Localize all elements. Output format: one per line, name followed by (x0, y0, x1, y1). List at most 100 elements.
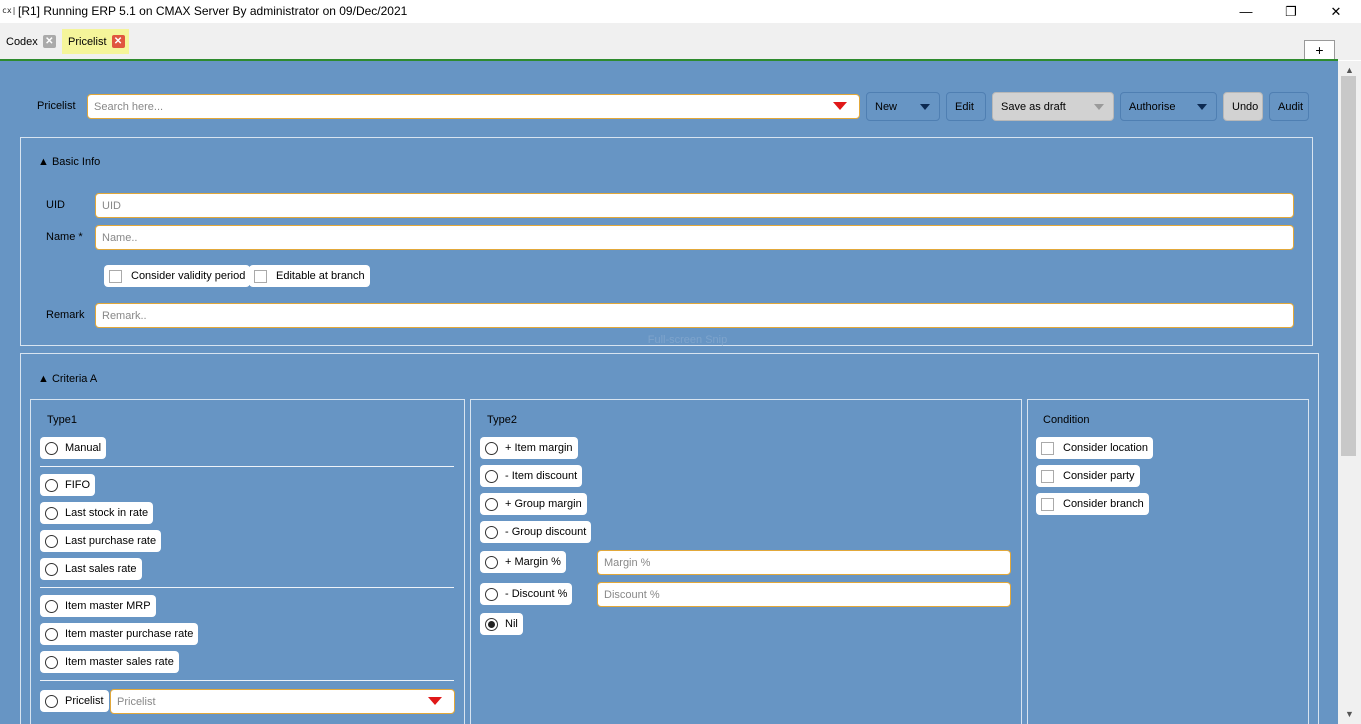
radio-icon[interactable] (45, 478, 58, 492)
save-draft-button[interactable]: Save as draft (992, 92, 1114, 121)
checkbox-icon[interactable] (254, 269, 267, 283)
type2-title: Type2 (487, 414, 517, 426)
radio-margin-pct[interactable]: + Margin % (480, 551, 566, 573)
radio-item-discount[interactable]: - Item discount (480, 465, 583, 487)
dropdown-arrow-icon[interactable] (428, 697, 442, 705)
item-discount-label: - Item discount (505, 470, 578, 482)
consider-branch-label: Consider branch (1063, 498, 1144, 510)
discount-pct-input[interactable] (597, 582, 1011, 607)
remark-label: Remark (46, 309, 85, 321)
item-mrp-label: Item master MRP (65, 600, 151, 612)
last-stock-label: Last stock in rate (65, 507, 149, 519)
chevron-down-icon[interactable] (1094, 104, 1104, 110)
editable-branch-label: Editable at branch (276, 270, 365, 282)
checkbox-icon[interactable] (1041, 441, 1054, 455)
radio-group-discount[interactable]: - Group discount (480, 521, 592, 543)
radio-discount-pct[interactable]: - Discount % (480, 583, 573, 605)
authorise-button[interactable]: Authorise (1120, 92, 1217, 121)
type1-column: Type1 Manual FIFO Last stock in rate Las… (30, 399, 465, 724)
minimize-button[interactable]: — (1223, 0, 1269, 23)
pricelist-select[interactable] (110, 689, 455, 714)
radio-group-margin[interactable]: + Group margin (480, 493, 587, 515)
radio-icon[interactable] (45, 655, 58, 669)
type2-column: Type2 + Item margin - Item discount + Gr… (470, 399, 1022, 724)
radio-item-master-purchase[interactable]: Item master purchase rate (40, 623, 199, 645)
radio-icon[interactable] (45, 694, 58, 708)
maximize-button[interactable]: ❐ (1268, 0, 1314, 23)
tab-codex[interactable]: Codex ✕ (0, 29, 60, 54)
radio-icon[interactable] (45, 562, 58, 576)
radio-fifo[interactable]: FIFO (40, 474, 96, 496)
radio-icon[interactable] (485, 525, 498, 539)
scroll-down-icon[interactable]: ▼ (1338, 707, 1361, 722)
close-icon[interactable]: ✕ (111, 35, 125, 48)
editable-branch-checkbox[interactable]: Editable at branch (249, 265, 370, 287)
tab-pricelist-label: Pricelist (68, 35, 107, 48)
pricelist-label: Pricelist (37, 100, 76, 112)
radio-pricelist[interactable]: Pricelist (40, 690, 109, 712)
criteria-toggle[interactable]: ▲ Criteria A (38, 373, 97, 385)
uid-label: UID (46, 199, 65, 211)
new-button[interactable]: New (866, 92, 940, 121)
undo-button[interactable]: Undo (1223, 92, 1263, 121)
radio-icon[interactable] (45, 506, 58, 520)
consider-party-label: Consider party (1063, 470, 1135, 482)
item-margin-label: + Item margin (505, 442, 573, 454)
chevron-down-icon[interactable] (1197, 104, 1207, 110)
fifo-label: FIFO (65, 479, 91, 491)
radio-nil[interactable]: Nil (480, 613, 523, 635)
consider-validity-checkbox[interactable]: Consider validity period (104, 265, 251, 287)
close-icon[interactable]: ✕ (42, 35, 56, 48)
consider-location-checkbox[interactable]: Consider location (1036, 437, 1153, 459)
type1-title: Type1 (47, 414, 77, 426)
radio-icon[interactable] (485, 555, 498, 569)
radio-last-stock-rate[interactable]: Last stock in rate (40, 502, 154, 524)
vertical-scrollbar[interactable]: ▲ ▼ (1338, 61, 1361, 724)
checkbox-icon[interactable] (1041, 497, 1054, 511)
checkbox-icon[interactable] (109, 269, 122, 283)
close-window-button[interactable]: ✕ (1313, 0, 1359, 23)
radio-last-sales-rate[interactable]: Last sales rate (40, 558, 142, 580)
consider-validity-label: Consider validity period (131, 270, 246, 282)
radio-icon[interactable] (485, 497, 498, 511)
chevron-down-icon[interactable] (920, 104, 930, 110)
condition-column: Condition Consider location Consider par… (1027, 399, 1309, 724)
audit-button[interactable]: Audit (1269, 92, 1309, 121)
checkbox-icon[interactable] (1041, 469, 1054, 483)
radio-item-master-sales[interactable]: Item master sales rate (40, 651, 179, 673)
search-input[interactable] (87, 94, 860, 119)
radio-checked-icon[interactable] (485, 617, 498, 631)
tab-codex-label: Codex (6, 35, 38, 48)
dropdown-arrow-icon[interactable] (833, 102, 847, 110)
scroll-thumb[interactable] (1341, 76, 1356, 456)
radio-icon[interactable] (45, 599, 58, 613)
edit-button[interactable]: Edit (946, 92, 986, 121)
group-discount-label: - Group discount (505, 526, 587, 538)
snip-watermark: Full-screen Snip (647, 334, 728, 346)
radio-icon[interactable] (45, 627, 58, 641)
last-purchase-label: Last purchase rate (65, 535, 157, 547)
consider-party-checkbox[interactable]: Consider party (1036, 465, 1140, 487)
item-sales-label: Item master sales rate (65, 656, 174, 668)
remark-input[interactable] (95, 303, 1294, 328)
radio-icon[interactable] (45, 441, 58, 455)
consider-location-label: Consider location (1063, 442, 1148, 454)
margin-pct-input[interactable] (597, 550, 1011, 575)
radio-item-margin[interactable]: + Item margin (480, 437, 578, 459)
uid-input[interactable] (95, 193, 1294, 218)
radio-icon[interactable] (45, 534, 58, 548)
radio-icon[interactable] (485, 469, 498, 483)
undo-label: Undo (1232, 100, 1259, 113)
basic-info-toggle[interactable]: ▲ Basic Info (38, 156, 100, 168)
name-input[interactable] (95, 225, 1294, 250)
radio-manual[interactable]: Manual (40, 437, 107, 459)
basic-info-panel: ▲ Basic Info UID Name * Consider validit… (20, 137, 1313, 346)
radio-icon[interactable] (485, 441, 498, 455)
radio-icon[interactable] (485, 587, 498, 601)
consider-branch-checkbox[interactable]: Consider branch (1036, 493, 1149, 515)
title-bar: cx| [R1] Running ERP 5.1 on CMAX Server … (0, 0, 1361, 23)
add-tab-button[interactable]: + (1304, 40, 1335, 60)
tab-pricelist[interactable]: Pricelist ✕ (62, 29, 129, 54)
radio-last-purchase-rate[interactable]: Last purchase rate (40, 530, 162, 552)
radio-item-master-mrp[interactable]: Item master MRP (40, 595, 156, 617)
